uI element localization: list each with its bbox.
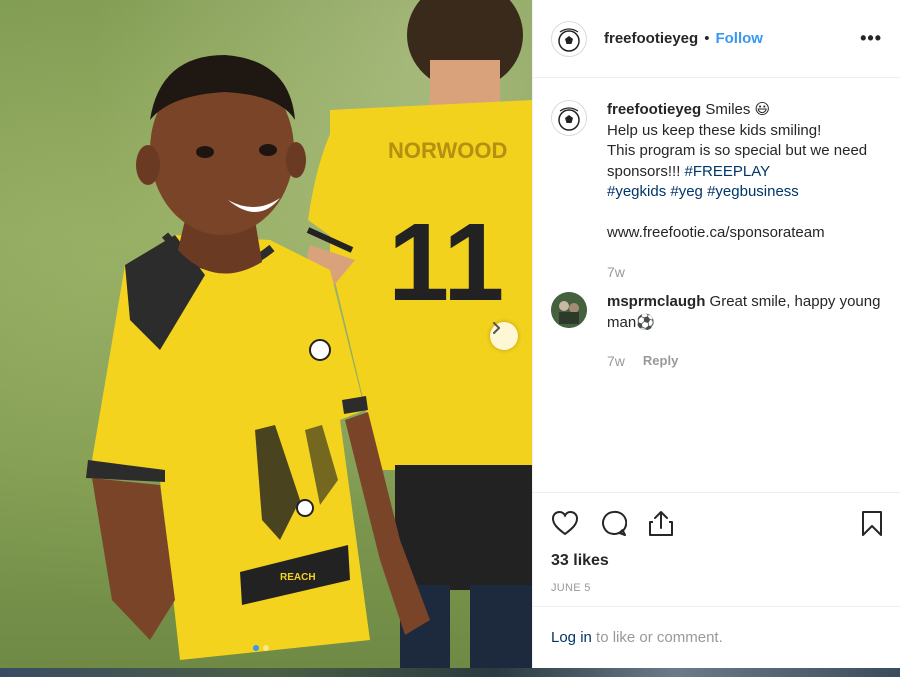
post-photo[interactable]: NORWOOD 11 REACH	[0, 0, 532, 668]
post-author-username[interactable]: freefootieyeg	[604, 30, 698, 47]
dot-separator: •	[704, 30, 710, 47]
jersey-name: NORWOOD	[388, 138, 507, 163]
avatar[interactable]	[551, 292, 587, 328]
heart-icon	[551, 510, 579, 536]
post-detail-panel: freefootieyeg • Follow ••• freefootieyeg…	[532, 0, 900, 668]
next-post-preview-strip	[0, 668, 900, 677]
post-date: JUNE 5	[551, 582, 591, 594]
caption-line-2: Help us keep these kids smiling!	[607, 121, 822, 139]
follow-button[interactable]: Follow	[715, 30, 763, 47]
comment-button[interactable]	[600, 510, 627, 537]
avatar[interactable]	[551, 100, 587, 136]
caption-timestamp: 7w	[607, 263, 625, 280]
soccer-ball-logo-icon	[558, 107, 580, 131]
caption-body: freefootieyeg Smiles 😃 Help us keep thes…	[607, 100, 883, 282]
comments-section[interactable]: freefootieyeg Smiles 😃 Help us keep thes…	[533, 78, 900, 492]
caption-username[interactable]: freefootieyeg	[607, 101, 701, 118]
like-button[interactable]	[551, 510, 579, 536]
post-header: freefootieyeg • Follow •••	[533, 0, 900, 78]
comment-timestamp: 7w	[607, 353, 625, 369]
commenter-photo-icon	[551, 292, 587, 328]
bookmark-icon	[862, 510, 882, 536]
photo-illustration: NORWOOD 11 REACH	[86, 0, 532, 668]
comment-item: msprmclaugh Great smile, happy young man…	[551, 292, 883, 372]
hashtag-freeplay[interactable]: #FREEPLAY	[685, 163, 771, 180]
commenter-username[interactable]: msprmclaugh	[607, 293, 705, 310]
carousel-dot-2	[263, 645, 269, 651]
caption: freefootieyeg Smiles 😃 Help us keep thes…	[551, 100, 883, 282]
reply-button[interactable]: Reply	[643, 351, 678, 372]
hashtag-yeg[interactable]: #yeg	[670, 183, 703, 200]
caption-line-1: Smiles 😃	[701, 101, 771, 118]
login-prompt-text: to like or comment.	[591, 629, 723, 646]
save-button[interactable]	[861, 510, 883, 537]
action-bar	[551, 509, 883, 537]
comment-meta: 7w Reply	[607, 351, 883, 372]
speech-bubble-icon	[602, 510, 627, 536]
avatar[interactable]	[551, 20, 587, 57]
next-photo-button[interactable]	[490, 322, 518, 350]
carousel-indicator	[253, 645, 269, 651]
carousel-dot-1	[253, 645, 259, 651]
caption-meta: 7w	[607, 262, 883, 283]
hashtag-yegbusiness[interactable]: #yegbusiness	[707, 183, 799, 200]
post-actions: 33 likes JUNE 5	[533, 492, 900, 594]
login-link[interactable]: Log in	[551, 629, 592, 646]
caption-link: www.freefootie.ca/sponsorateam	[607, 224, 825, 241]
chevron-right-icon	[493, 322, 500, 334]
login-prompt: Log in to like or comment.	[533, 606, 900, 668]
more-options-icon[interactable]: •••	[860, 28, 882, 49]
hashtag-yegkids[interactable]: #yegkids	[607, 183, 666, 200]
comment-body: msprmclaugh Great smile, happy young man…	[607, 292, 883, 372]
share-icon	[649, 511, 673, 536]
share-button[interactable]	[648, 509, 674, 537]
jersey-number: 11	[388, 201, 504, 324]
svg-text:REACH: REACH	[280, 572, 316, 583]
soccer-ball-logo-icon	[558, 27, 580, 52]
likes-count[interactable]: 33 likes	[551, 552, 883, 570]
